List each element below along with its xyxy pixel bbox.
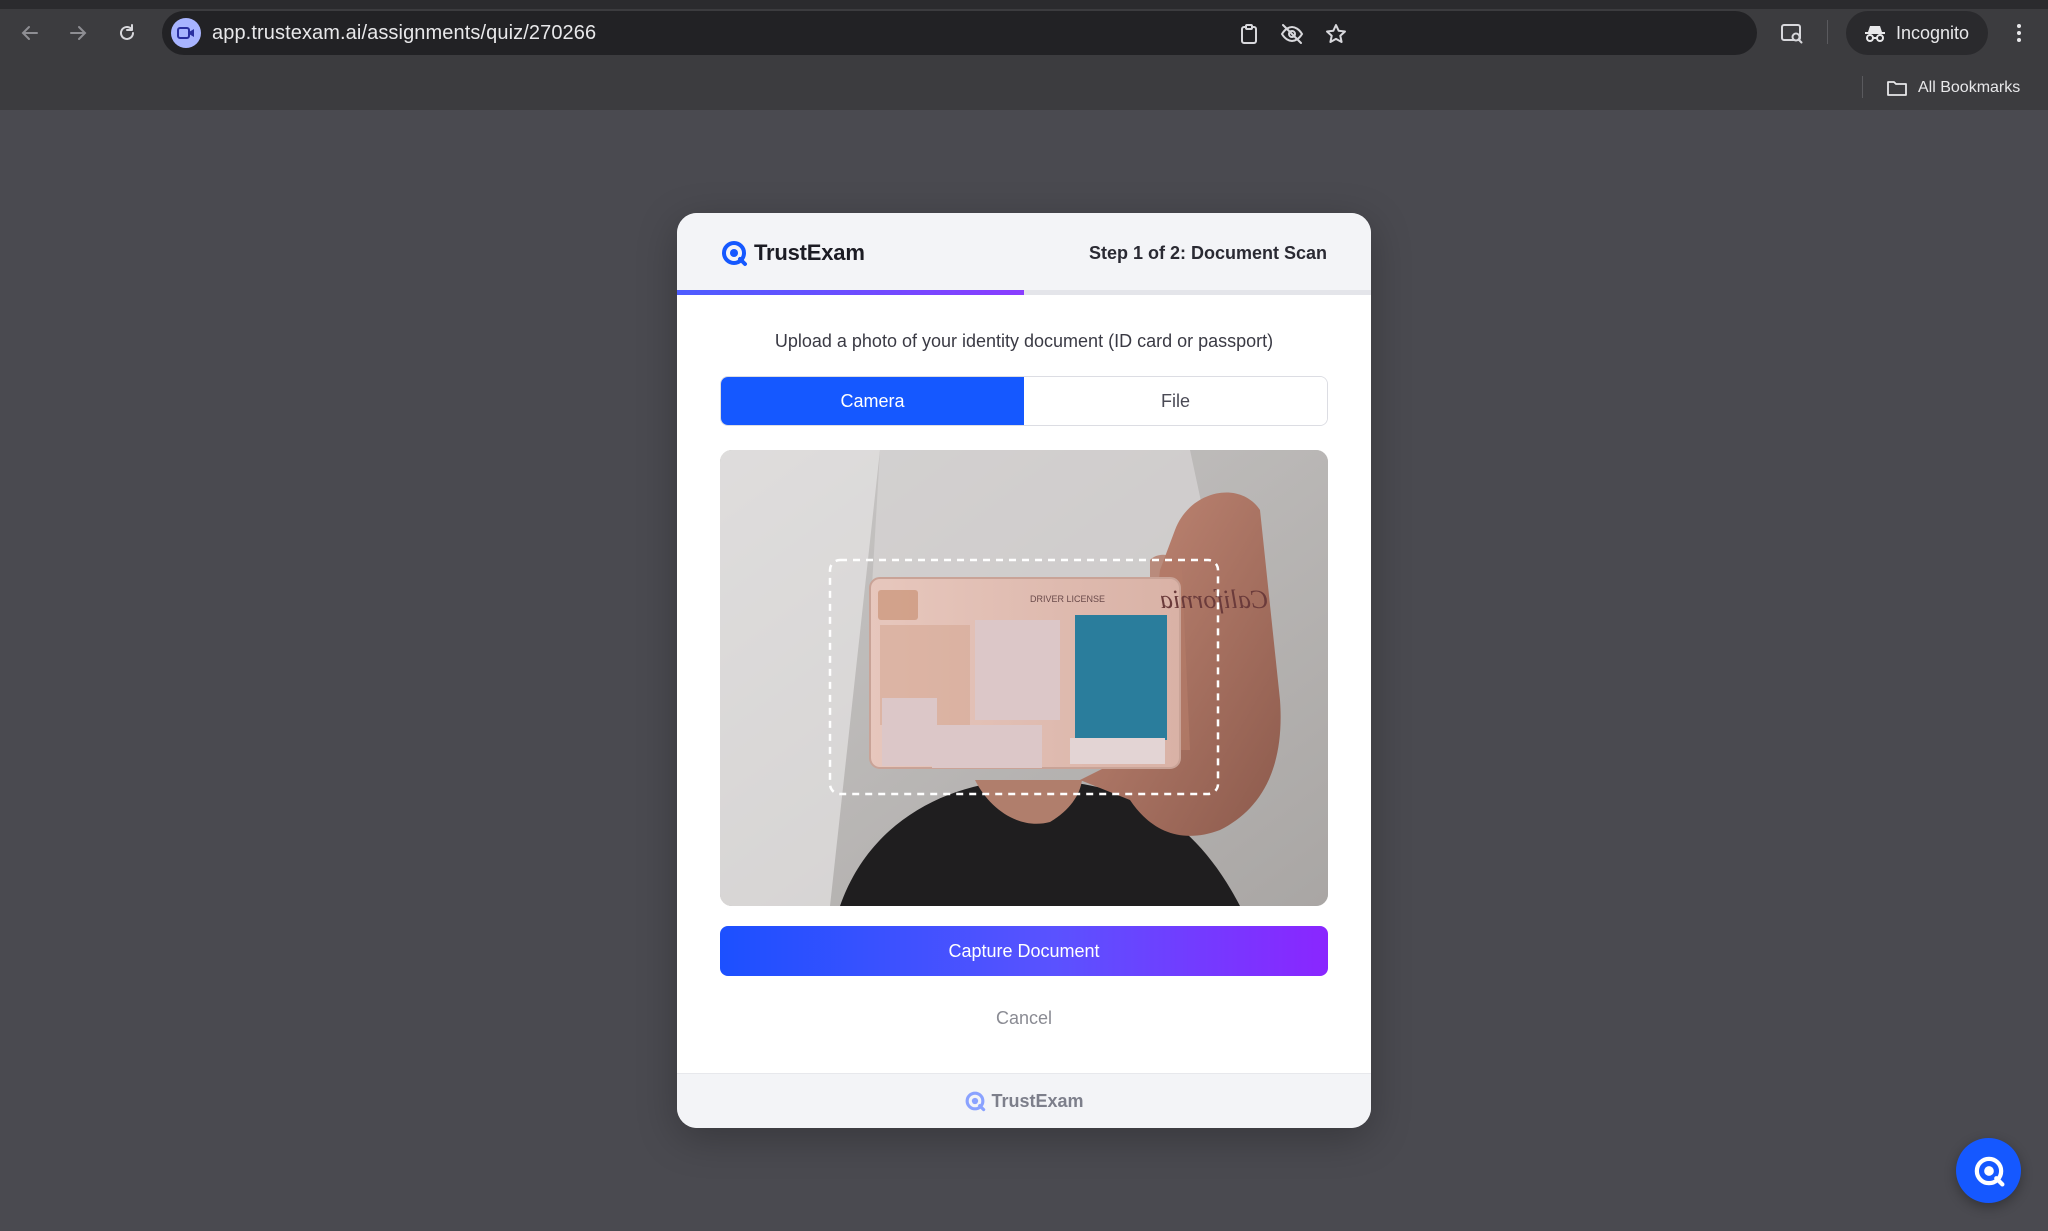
- kebab-menu-icon: [2017, 24, 2021, 42]
- back-button[interactable]: [16, 19, 44, 47]
- tab-strip: [0, 0, 2048, 9]
- bookmarks-separator: [1862, 76, 1863, 98]
- footer-brand-name: TrustExam: [991, 1090, 1084, 1111]
- forward-arrow-icon: [70, 26, 87, 40]
- incognito-profile-button[interactable]: Incognito: [1846, 11, 1988, 55]
- trustexam-logo-icon: [722, 241, 747, 266]
- camera-preview: California DRIVER LICENSE: [720, 450, 1328, 906]
- forward-button[interactable]: [64, 19, 92, 47]
- search-tab-icon: [1781, 24, 1803, 44]
- all-bookmarks-label: All Bookmarks: [1918, 79, 2021, 96]
- browser-toolbar: app.trustexam.ai/assignments/quiz/270266…: [0, 0, 2048, 66]
- brand-name: TrustExam: [754, 240, 865, 265]
- browser-menu-button[interactable]: [2005, 19, 2033, 47]
- camera-feed-image: California DRIVER LICENSE: [720, 450, 1328, 906]
- tab-file[interactable]: File: [1024, 377, 1327, 425]
- camera-in-use-icon: [177, 27, 194, 39]
- modal-footer: TrustExam: [677, 1073, 1371, 1128]
- clipboard-button[interactable]: [1237, 22, 1261, 46]
- progress-fill: [677, 290, 1024, 295]
- trustexam-logo: TrustExam: [720, 239, 865, 267]
- incognito-label: Incognito: [1896, 22, 1970, 43]
- source-toggle: Camera File: [720, 376, 1328, 426]
- url-text: app.trustexam.ai/assignments/quiz/270266: [212, 22, 597, 44]
- bookmark-star-button[interactable]: [1324, 22, 1348, 46]
- reading-mode-button[interactable]: [1778, 19, 1806, 47]
- upload-instruction: Upload a photo of your identity document…: [774, 331, 1274, 351]
- address-bar[interactable]: app.trustexam.ai/assignments/quiz/270266: [162, 11, 1757, 55]
- clipboard-icon: [1241, 24, 1257, 44]
- step-indicator: Step 1 of 2: Document Scan: [1088, 243, 1327, 263]
- back-arrow-icon: [21, 26, 38, 40]
- modal-header: TrustExam Step 1 of 2: Document Scan: [677, 213, 1371, 293]
- card-state-text: California: [1160, 585, 1268, 614]
- support-chat-button[interactable]: [1956, 1138, 2021, 1203]
- trustexam-footer-logo-icon: [966, 1091, 986, 1112]
- folder-icon: [1887, 81, 1907, 96]
- star-icon: [1326, 24, 1346, 43]
- eye-off-icon: [1280, 24, 1304, 44]
- progress-bar: [677, 290, 1371, 295]
- card-type-text: DRIVER LICENSE: [1030, 594, 1105, 604]
- bookmarks-bar: All Bookmarks: [0, 66, 2048, 110]
- site-info-button[interactable]: [171, 18, 201, 48]
- incognito-icon: [1865, 26, 1885, 42]
- tracking-protection-button[interactable]: [1280, 22, 1304, 46]
- reload-icon: [120, 24, 134, 40]
- trustexam-chat-icon: [1974, 1156, 2004, 1186]
- document-scan-modal: TrustExam Step 1 of 2: Document Scan Upl…: [677, 213, 1371, 1128]
- toolbar-separator: [1827, 20, 1828, 44]
- cancel-button[interactable]: Cancel: [677, 1008, 1371, 1029]
- capture-document-button[interactable]: Capture Document: [720, 926, 1328, 976]
- all-bookmarks-button[interactable]: All Bookmarks: [1886, 76, 2020, 100]
- tab-camera[interactable]: Camera: [721, 377, 1024, 425]
- reload-button[interactable]: [113, 19, 141, 47]
